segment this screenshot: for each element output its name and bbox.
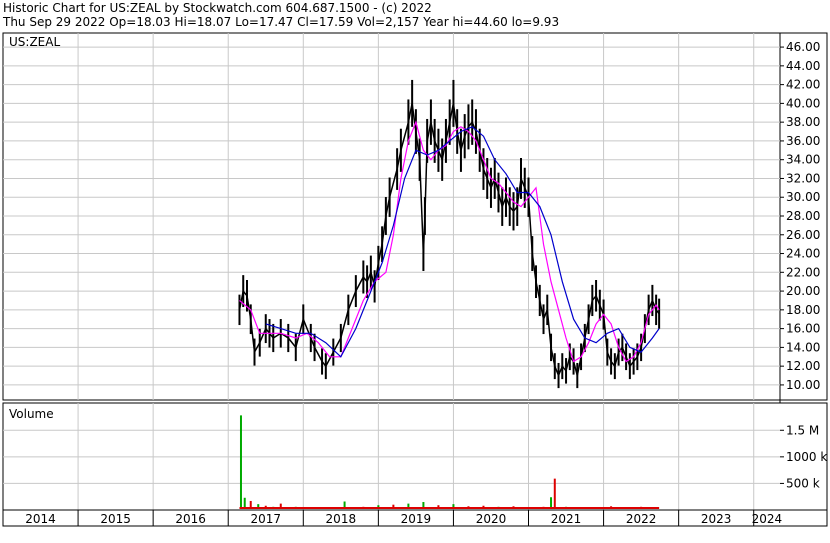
year-label: 2018 <box>326 512 357 526</box>
price-tick-label: 16.00 <box>786 322 820 336</box>
year-label: 2020 <box>476 512 507 526</box>
price-tick-label: 38.00 <box>786 115 820 129</box>
price-panel-title: US:ZEAL <box>9 35 60 49</box>
price-tick-label: 22.00 <box>786 265 820 279</box>
volume-panel: Volume 1.5 M 1000 k 500 k <box>2 402 828 511</box>
year-axis: 2014 2015 2016 2017 2018 2019 2020 2021 2022 2023… <box>2 509 828 527</box>
stock-chart: 46.00 44.00 42.00 40.00 38.00 36.00 34.00 32.00… <box>2 32 828 527</box>
price-tick-label: 34.00 <box>786 153 820 167</box>
price-tick-label: 40.00 <box>786 96 820 110</box>
price-tick-label: 32.00 <box>786 171 820 185</box>
year-label: 2022 <box>626 512 657 526</box>
volume-panel-title: Volume <box>9 407 54 421</box>
price-tick-label: 46.00 <box>786 40 820 54</box>
year-label: 2016 <box>175 512 206 526</box>
price-tick-label: 24.00 <box>786 247 820 261</box>
year-label: 2015 <box>100 512 131 526</box>
price-tick-label: 18.00 <box>786 303 820 317</box>
price-tick-label: 26.00 <box>786 228 820 242</box>
price-tick-label: 12.00 <box>786 359 820 373</box>
volume-tick-label: 500 k <box>786 476 820 490</box>
volume-tick-label: 1.5 M <box>786 423 819 437</box>
year-label: 2023 <box>701 512 732 526</box>
volume-tick-label: 1000 k <box>786 450 827 464</box>
year-label: 2014 <box>25 512 56 526</box>
price-tick-label: 42.00 <box>786 78 820 92</box>
price-tick-label: 20.00 <box>786 284 820 298</box>
price-tick-label: 28.00 <box>786 209 820 223</box>
year-label: 2024 <box>752 512 783 526</box>
price-tick-label: 30.00 <box>786 190 820 204</box>
year-label: 2017 <box>250 512 281 526</box>
price-tick-label: 44.00 <box>786 59 820 73</box>
year-label: 2019 <box>401 512 432 526</box>
price-tick-label: 10.00 <box>786 378 820 392</box>
price-tick-label: 36.00 <box>786 134 820 148</box>
year-label: 2021 <box>551 512 582 526</box>
price-tick-label: 14.00 <box>786 340 820 354</box>
